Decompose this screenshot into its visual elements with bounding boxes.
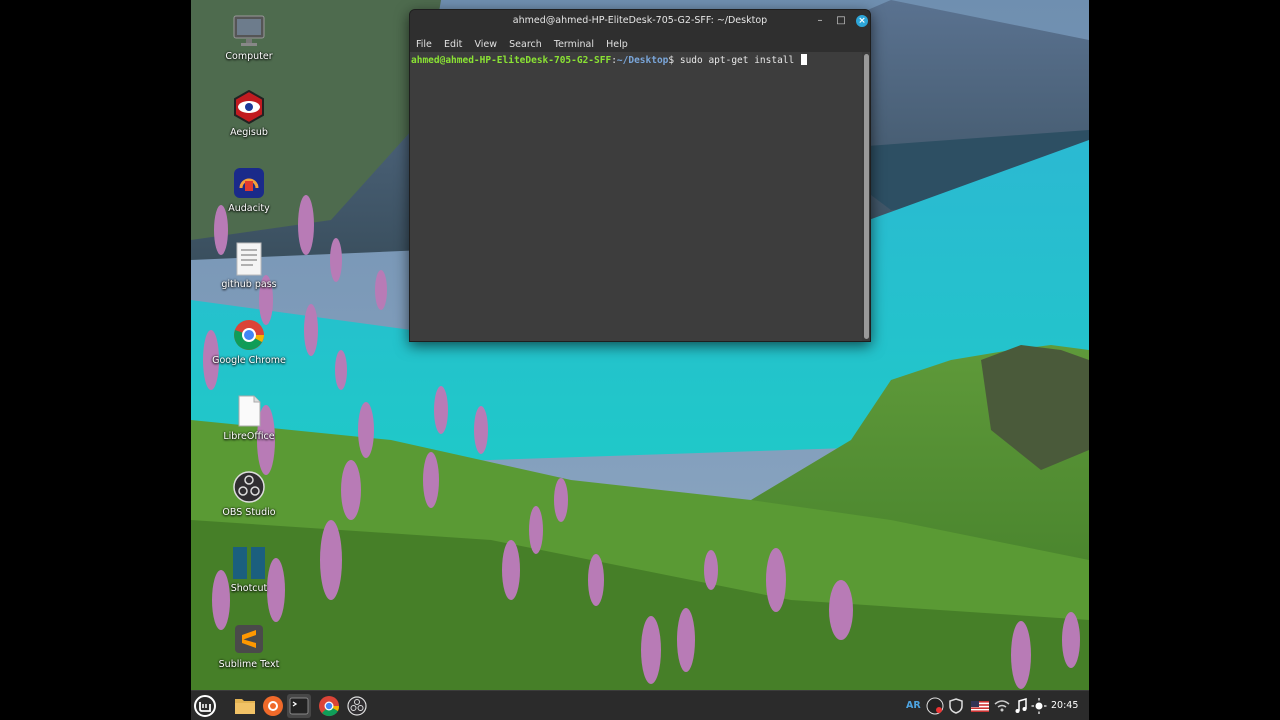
taskbar: AR 20:45 — [191, 690, 1089, 720]
chrome-icon — [234, 320, 264, 350]
desktop-icon-libreoffice[interactable]: LibreOffice — [199, 394, 299, 442]
obs-icon — [233, 471, 265, 503]
audacity-icon — [234, 168, 264, 198]
start-menu-button[interactable] — [193, 694, 217, 718]
desktop-icon-audacity[interactable]: Audacity — [199, 166, 299, 214]
desktop-icon-obs-studio[interactable]: OBS Studio — [199, 470, 299, 518]
wifi-icon — [994, 700, 1010, 712]
desktop-icon-label: OBS Studio — [222, 507, 276, 518]
files-icon — [235, 699, 255, 714]
close-button[interactable]: × — [856, 15, 868, 27]
sublime-text-icon — [235, 625, 263, 653]
desktop-icon-sublime-text[interactable]: Sublime Text — [199, 622, 299, 670]
monitor-icon — [233, 15, 265, 46]
tray-brightness[interactable] — [1031, 694, 1047, 718]
clock[interactable]: 20:45 — [1051, 700, 1078, 711]
taskbar-firefox[interactable] — [261, 694, 285, 718]
desktop-icon-label: Shotcut — [230, 583, 268, 594]
terminal-output[interactable]: ahmed@ahmed-HP-EliteDesk-705-G2-SFF:~/De… — [410, 52, 862, 341]
obs-tray-icon — [926, 697, 944, 715]
maximize-icon: □ — [836, 15, 846, 26]
close-icon: × — [858, 16, 866, 26]
tray-shield[interactable] — [947, 694, 965, 718]
menu-icon — [194, 695, 216, 717]
prompt-path: ~/Desktop — [616, 55, 669, 66]
taskbar-terminal[interactable] — [287, 694, 311, 718]
prompt-user: ahmed@ahmed-HP-EliteDesk-705-G2-SFF — [411, 55, 612, 66]
desktop-icon-shotcut[interactable]: Shotcut — [199, 546, 299, 594]
menu-search[interactable]: Search — [507, 35, 547, 50]
terminal-titlebar[interactable]: ahmed@ahmed-HP-EliteDesk-705-G2-SFF: ~/D… — [410, 10, 870, 32]
desktop-icon-label: github pass — [221, 279, 277, 290]
menu-file[interactable]: File — [414, 35, 437, 50]
menu-view[interactable]: View — [473, 35, 503, 50]
shotcut-icon — [233, 547, 265, 579]
desktop-icon-label: LibreOffice — [223, 431, 275, 442]
desktop-icon-google-chrome[interactable]: Google Chrome — [199, 318, 299, 366]
menu-edit[interactable]: Edit — [442, 35, 467, 50]
desktop-icon-github-pass[interactable]: github pass — [199, 242, 299, 290]
chrome-icon — [319, 696, 340, 717]
desktop-icon-aegisub[interactable]: Aegisub — [199, 90, 299, 138]
desktop-icon-computer[interactable]: Computer — [199, 14, 299, 62]
music-note-icon — [1015, 698, 1027, 713]
keyboard-layout-indicator[interactable]: AR — [906, 700, 921, 711]
terminal-icon — [289, 697, 309, 715]
shield-icon — [949, 698, 963, 714]
brightness-icon — [1031, 698, 1047, 714]
tray-network[interactable] — [993, 694, 1011, 718]
minimize-icon: – — [817, 15, 823, 26]
text-document-icon — [236, 242, 262, 276]
tray-language-flag[interactable] — [969, 694, 991, 718]
desktop-icon-label: Sublime Text — [218, 659, 280, 670]
us-flag-icon — [971, 701, 989, 712]
desktop-icon-label: Computer — [225, 51, 273, 62]
minimize-button[interactable]: – — [814, 15, 826, 27]
taskbar-files[interactable] — [233, 694, 257, 718]
terminal-menubar: File Edit View Search Terminal Help — [410, 32, 870, 52]
text-cursor — [800, 54, 807, 65]
taskbar-chrome[interactable] — [317, 694, 341, 718]
desktop-icon-label: Google Chrome — [212, 355, 286, 366]
tray-sound[interactable] — [1013, 694, 1029, 718]
desktop-screen: Computer Aegisub Audacity github pass Go… — [191, 0, 1089, 720]
command-text: sudo apt-get install — [674, 55, 800, 66]
window-title: ahmed@ahmed-HP-EliteDesk-705-G2-SFF: ~/D… — [512, 15, 768, 26]
desktop-icon-label: Aegisub — [230, 127, 268, 138]
obs-icon — [347, 696, 367, 716]
terminal-window[interactable]: ahmed@ahmed-HP-EliteDesk-705-G2-SFF: ~/D… — [409, 9, 871, 342]
taskbar-obs[interactable] — [345, 694, 369, 718]
tray-obs[interactable] — [925, 694, 945, 718]
firefox-icon — [263, 696, 283, 716]
menu-terminal[interactable]: Terminal — [552, 35, 599, 50]
desktop-icon-label: Audacity — [228, 203, 270, 214]
maximize-button[interactable]: □ — [835, 15, 847, 27]
libreoffice-icon — [238, 395, 261, 427]
menu-help[interactable]: Help — [604, 35, 633, 50]
terminal-scrollbar[interactable] — [864, 54, 869, 339]
aegisub-icon — [234, 90, 264, 124]
